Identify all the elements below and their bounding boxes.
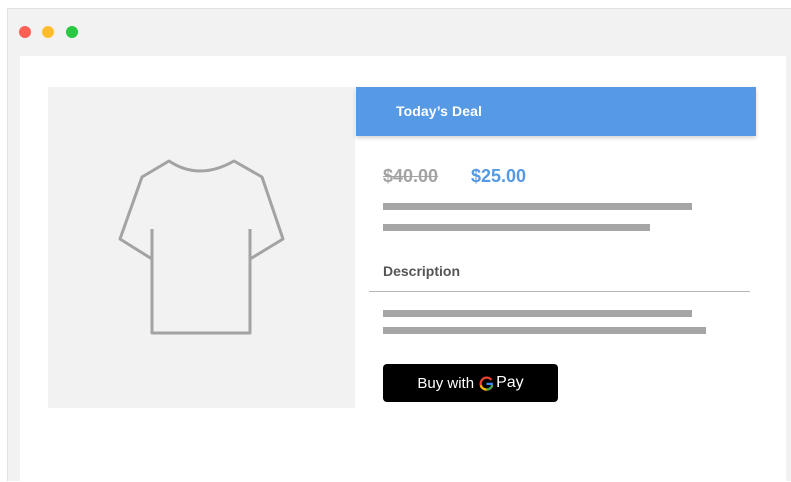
browser-window: Today’s Deal $40.00 $25.00 Description B…	[7, 8, 791, 482]
sale-price: $25.00	[471, 166, 527, 186]
description-line	[383, 327, 706, 334]
original-price: $40.00	[383, 166, 439, 186]
description-line	[383, 310, 692, 317]
buy-with-label: Buy with	[417, 374, 475, 392]
summary-line	[383, 203, 692, 210]
product-image	[48, 87, 355, 408]
pay-label: Pay	[496, 374, 524, 391]
buy-with-google-pay-button[interactable]: Buy with Pay	[383, 364, 558, 402]
close-window-button[interactable]	[19, 26, 31, 38]
description-heading: Description	[383, 263, 461, 279]
page-content: Today’s Deal $40.00 $25.00 Description B…	[20, 56, 786, 482]
divider	[369, 291, 750, 292]
summary-line	[383, 224, 650, 231]
minimize-window-button[interactable]	[42, 26, 54, 38]
tshirt-icon	[118, 159, 285, 335]
deal-header: Today’s Deal	[356, 87, 756, 136]
google-g-icon	[479, 376, 494, 391]
maximize-window-button[interactable]	[66, 26, 78, 38]
deal-title: Today’s Deal	[396, 103, 483, 119]
